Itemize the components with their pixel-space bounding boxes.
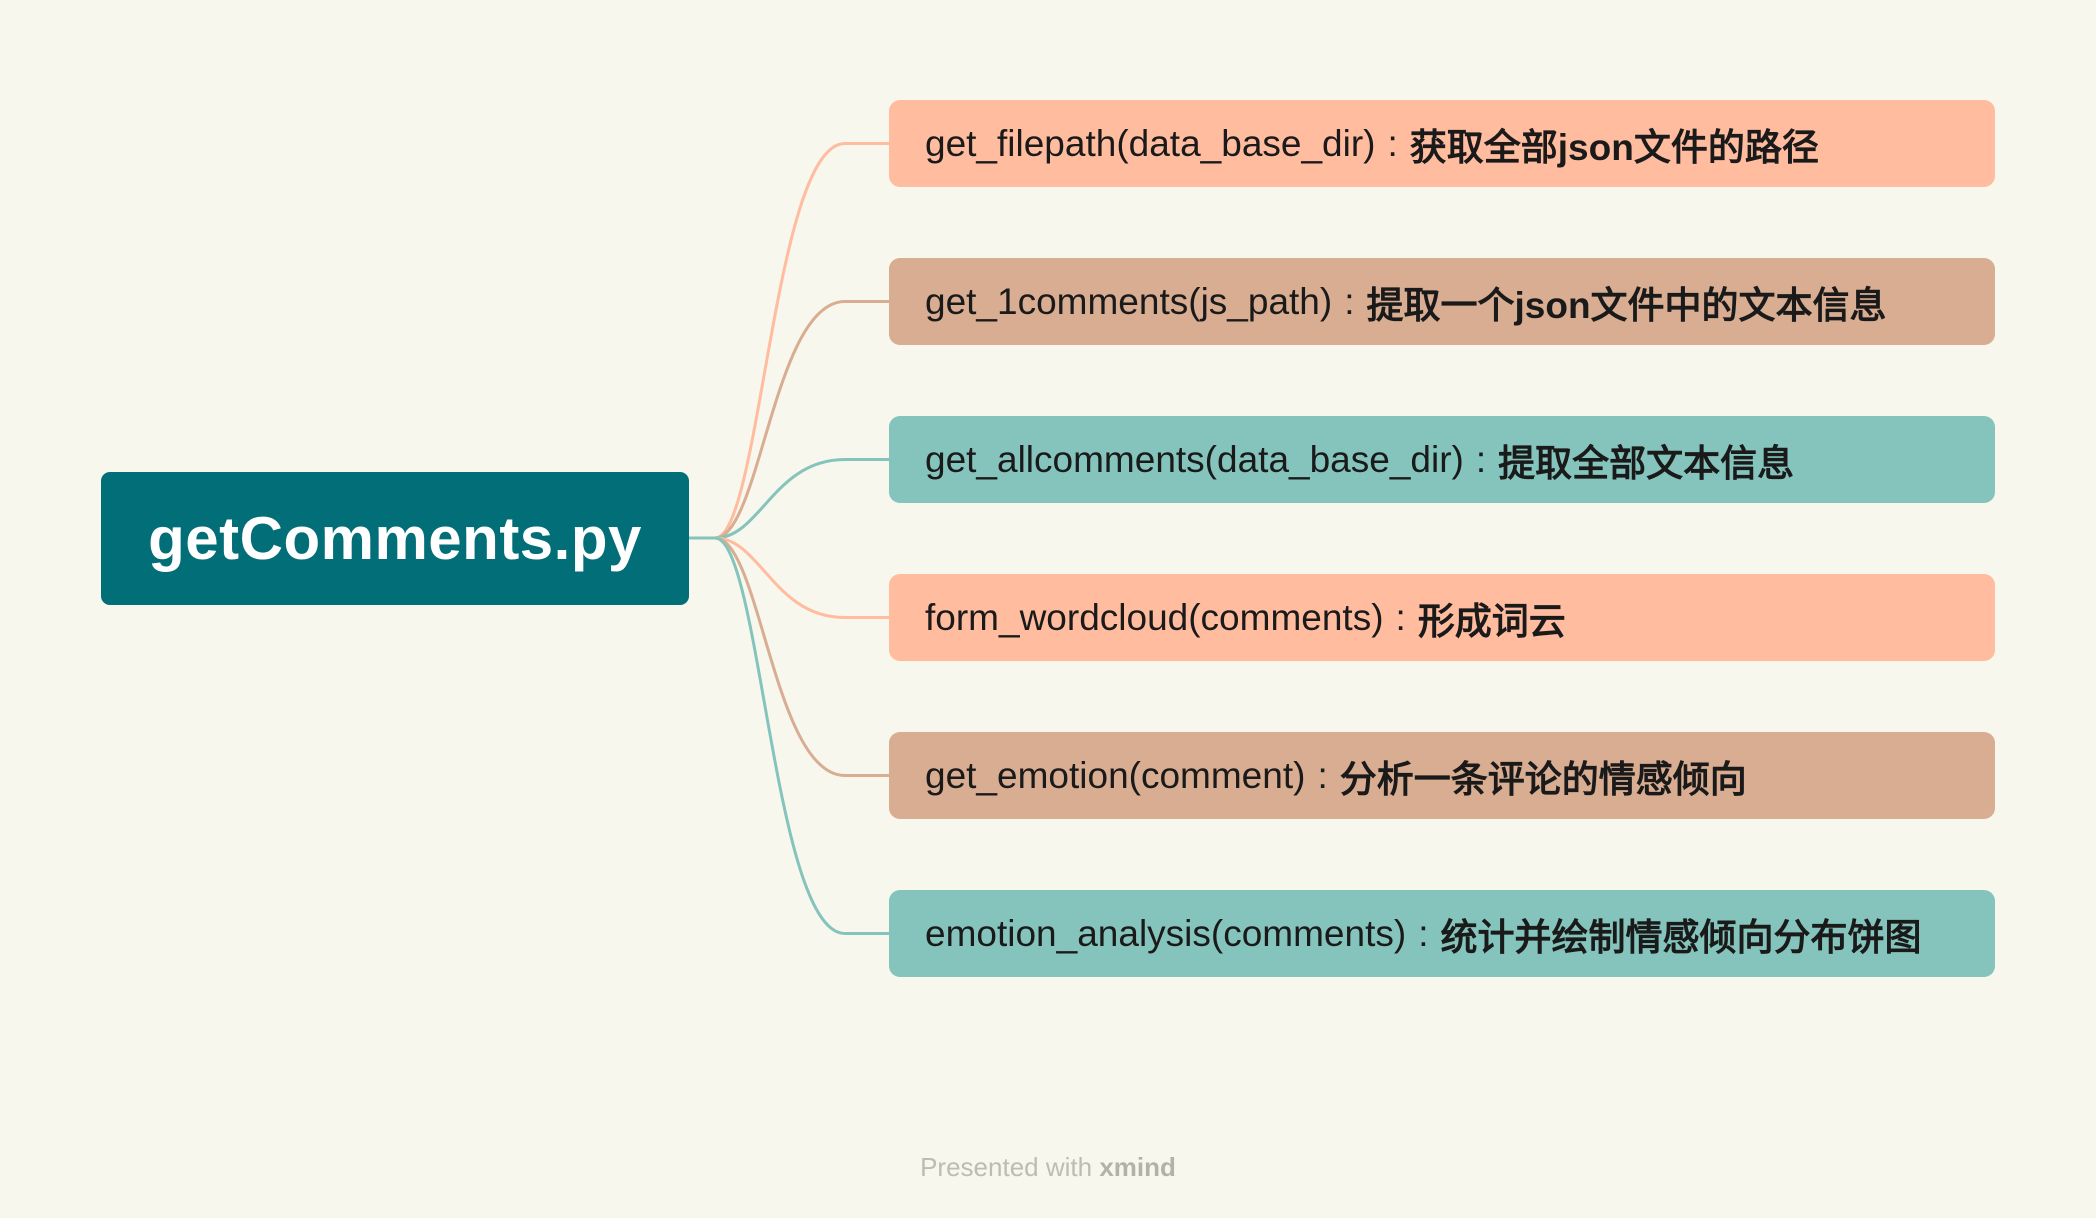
branch-separator: : — [1418, 912, 1429, 954]
branch-function: get_emotion(comment) — [925, 754, 1306, 796]
branch-description: 提取全部文本信息 — [1498, 442, 1795, 484]
footer-prefix: Presented with — [920, 1152, 1093, 1182]
branch-separator: : — [1344, 280, 1355, 322]
branch-topic-get-1comments[interactable]: get_1comments(js_path) : 提取一个json文件中的文本信… — [889, 258, 1995, 345]
branch-connector — [714, 536, 889, 777]
branch-description: 获取全部json文件的路径 — [1409, 126, 1819, 168]
branch-function: get_allcomments(data_base_dir) — [925, 438, 1464, 480]
branch-description: 分析一条评论的情感倾向 — [1339, 758, 1747, 800]
branch-description: 统计并绘制情感倾向分布饼图 — [1440, 916, 1922, 958]
footer-credit: Presented with xmind — [0, 1152, 2096, 1183]
branch-connector — [714, 536, 889, 619]
branch-function: form_wordcloud(comments) — [925, 596, 1384, 638]
branch-connector — [714, 536, 889, 935]
branch-topic-get-emotion[interactable]: get_emotion(comment) : 分析一条评论的情感倾向 — [889, 732, 1995, 819]
root-topic-label: getComments.py — [148, 505, 642, 572]
branch-connector — [714, 142, 889, 540]
branch-description: 形成词云 — [1417, 600, 1566, 642]
branch-function: get_1comments(js_path) — [925, 280, 1333, 322]
branch-connector — [714, 458, 889, 540]
branch-function: get_filepath(data_base_dir) — [925, 122, 1376, 164]
branch-connector — [714, 300, 889, 540]
branch-topic-form-wordcloud[interactable]: form_wordcloud(comments) : 形成词云 — [889, 574, 1995, 661]
branch-topic-get-allcomments[interactable]: get_allcomments(data_base_dir) : 提取全部文本信… — [889, 416, 1995, 503]
branch-topic-get-filepath[interactable]: get_filepath(data_base_dir) : 获取全部json文件… — [889, 100, 1995, 187]
branch-separator: : — [1387, 122, 1398, 164]
branch-topic-emotion-analysis[interactable]: emotion_analysis(comments) : 统计并绘制情感倾向分布… — [889, 890, 1995, 977]
branch-separator: : — [1395, 596, 1406, 638]
mindmap-canvas: getComments.py get_filepath(data_base_di… — [0, 0, 2096, 1218]
branch-separator: : — [1317, 754, 1328, 796]
root-topic[interactable]: getComments.py — [101, 472, 689, 605]
branch-function: emotion_analysis(comments) — [925, 912, 1407, 954]
branch-separator: : — [1475, 438, 1487, 480]
branch-description: 提取一个json文件中的文本信息 — [1366, 284, 1887, 326]
xmind-logo-text: xmind — [1099, 1152, 1176, 1182]
